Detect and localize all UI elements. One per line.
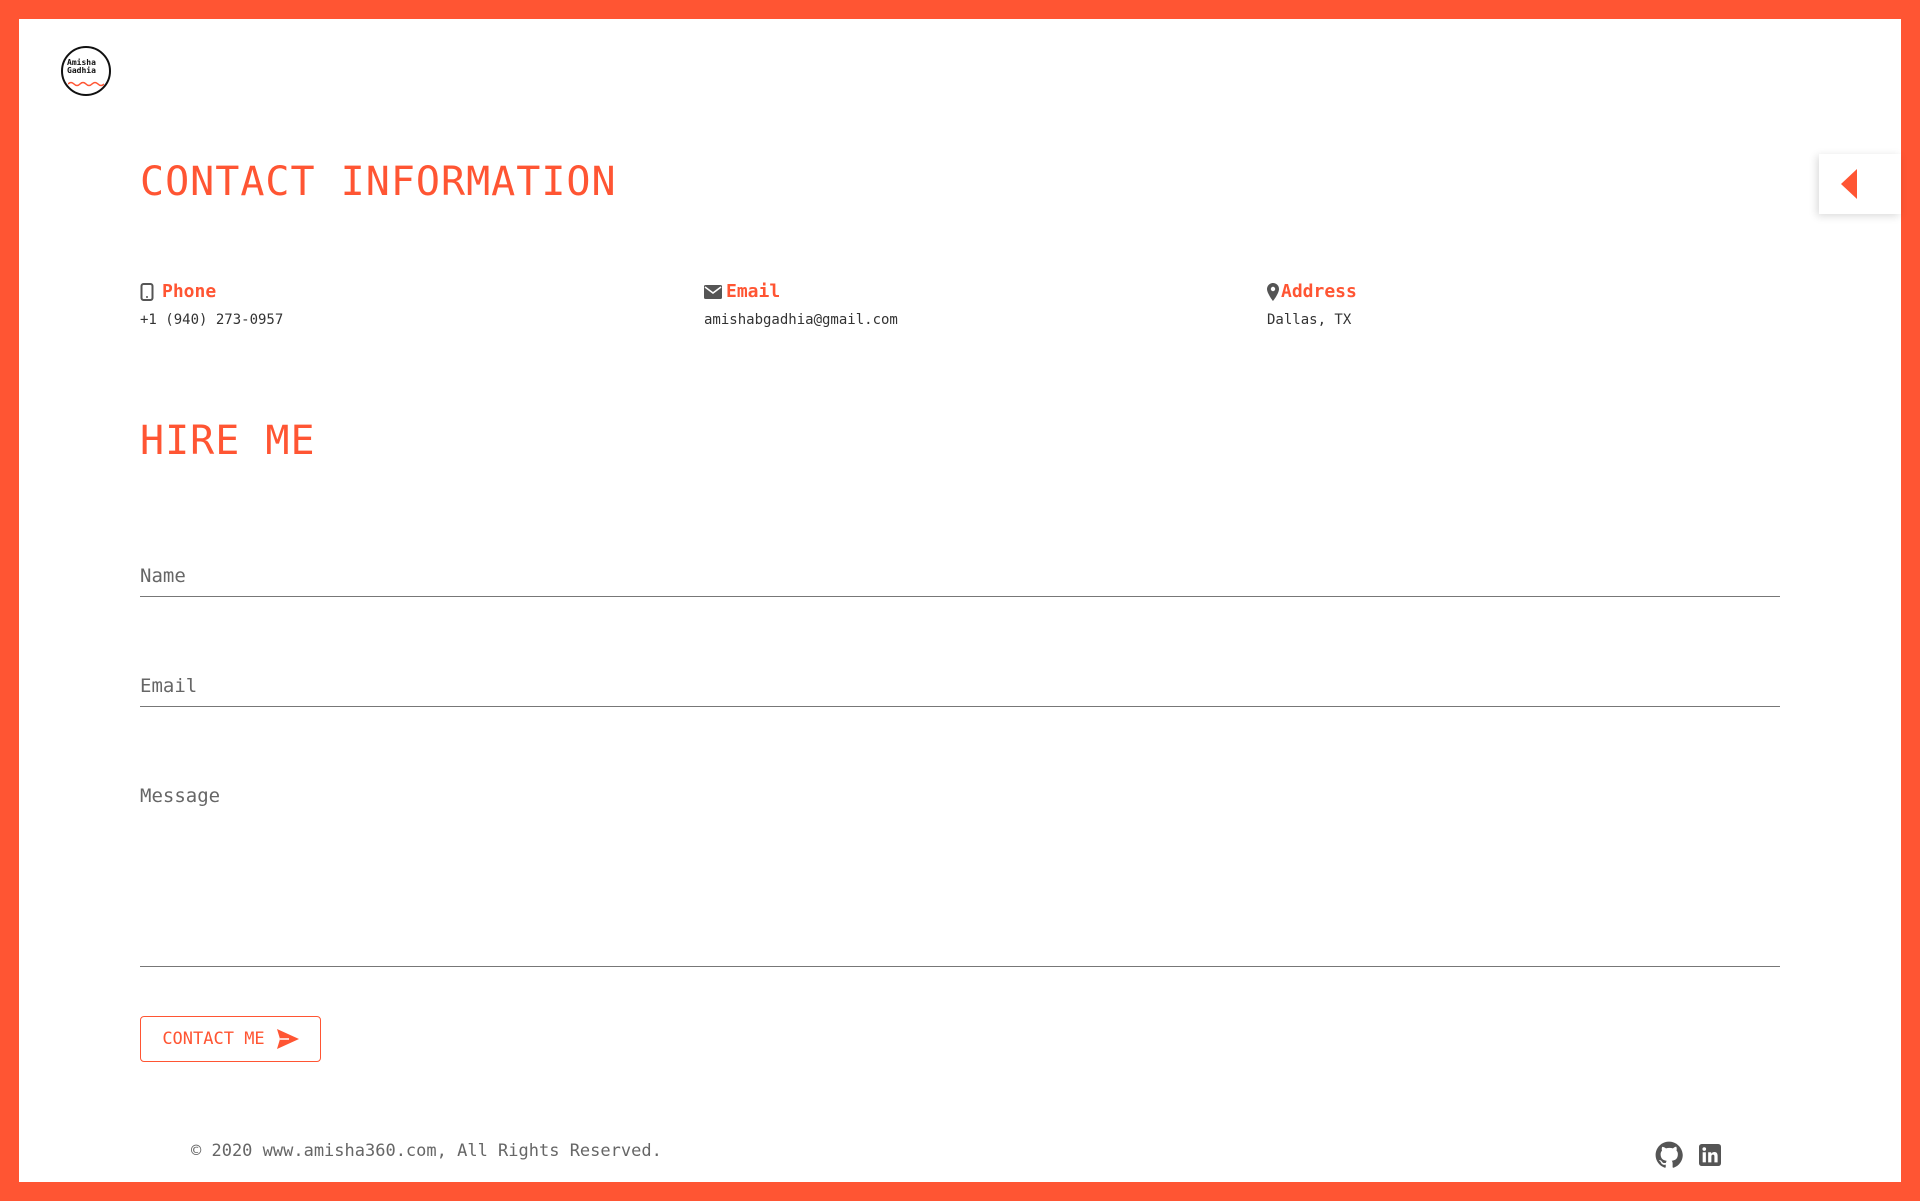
site-logo[interactable]: Amisha Gadhia xyxy=(61,46,111,96)
message-textarea[interactable] xyxy=(140,784,1780,967)
contact-me-button[interactable]: CONTACT ME xyxy=(140,1016,321,1062)
hire-me-heading: HIRE ME xyxy=(140,418,316,464)
email-label-row: Email xyxy=(704,281,898,302)
caret-left-icon xyxy=(1841,169,1857,199)
github-link[interactable] xyxy=(1654,1140,1684,1170)
phone-value[interactable]: +1 (940) 273-0957 xyxy=(140,312,283,328)
phone-info: Phone +1 (940) 273-0957 xyxy=(140,281,283,328)
address-value: Dallas, TX xyxy=(1267,312,1352,328)
address-label-row: Address xyxy=(1267,281,1357,302)
github-icon xyxy=(1655,1141,1683,1168)
name-input[interactable] xyxy=(140,562,1780,597)
contact-information-heading: CONTACT INFORMATION xyxy=(140,159,617,205)
email-label: Email xyxy=(726,281,781,302)
phone-label: Phone xyxy=(162,281,217,302)
contact-me-label: CONTACT ME xyxy=(162,1029,265,1049)
send-icon xyxy=(276,1029,299,1049)
email-input[interactable] xyxy=(140,672,1780,707)
mobile-phone-icon xyxy=(140,282,154,301)
email-value[interactable]: amishabgadhia@gmail.com xyxy=(704,312,898,328)
address-label: Address xyxy=(1281,281,1357,302)
envelope-icon xyxy=(704,284,722,299)
map-pin-icon xyxy=(1267,282,1279,301)
linkedin-icon xyxy=(1699,1144,1721,1166)
footer-copyright: © 2020 www.amisha360.com, All Rights Res… xyxy=(191,1141,662,1161)
phone-label-row: Phone xyxy=(140,281,283,302)
page-frame: Amisha Gadhia CONTACT INFORMATION Phone … xyxy=(19,19,1901,1182)
logo-wave-icon xyxy=(68,81,104,87)
logo-text-line2: Gadhia xyxy=(67,66,96,75)
email-info: Email amishabgadhia@gmail.com xyxy=(704,281,898,328)
sidebar-toggle-tab[interactable] xyxy=(1819,154,1901,214)
address-info: Address Dallas, TX xyxy=(1267,281,1357,328)
linkedin-link[interactable] xyxy=(1695,1140,1725,1170)
